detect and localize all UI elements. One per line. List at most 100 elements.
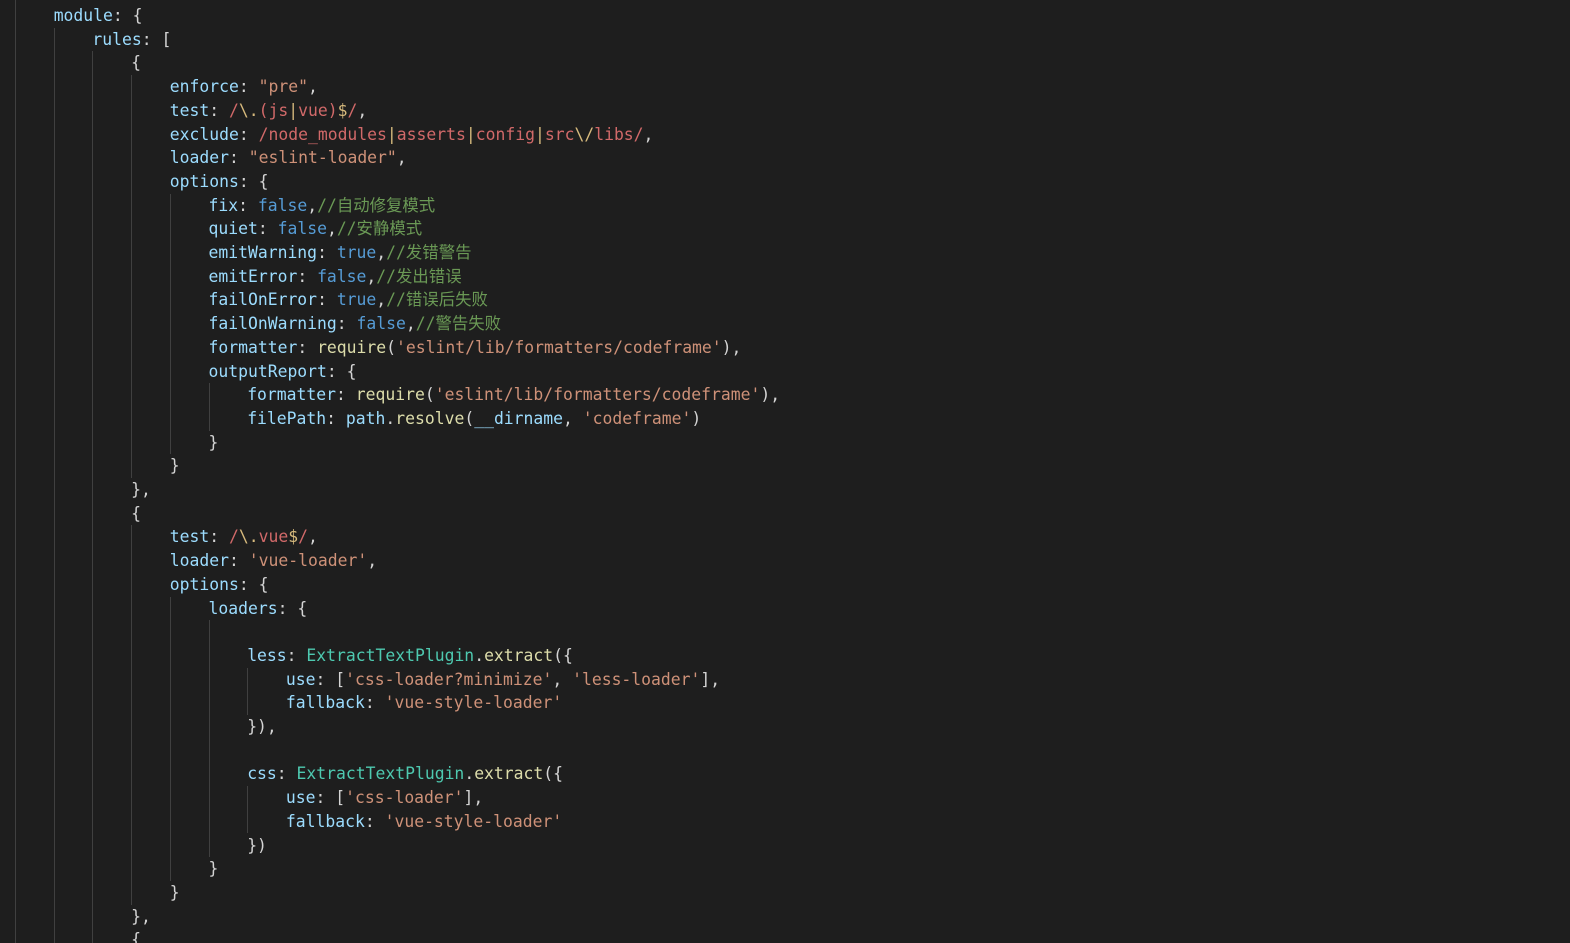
code-token: 'less-loader' xyxy=(572,669,701,689)
code-line[interactable]: } xyxy=(209,857,219,881)
code-line[interactable]: test: /\.(js|vue)$/, xyxy=(170,99,367,123)
code-token: : xyxy=(229,551,249,571)
code-token: ], xyxy=(700,669,721,689)
code-token: vue) xyxy=(298,100,338,120)
code-line[interactable]: rules: [ xyxy=(92,28,171,52)
code-line[interactable]: } xyxy=(170,881,180,905)
code-line[interactable]: module: { xyxy=(54,4,143,28)
code-token: ({ xyxy=(543,764,564,784)
code-line[interactable]: }), xyxy=(247,715,277,739)
code-token: exclude xyxy=(169,124,239,144)
code-line[interactable]: formatter: require('eslint/lib/formatter… xyxy=(247,383,780,407)
code-token: 'vue-style-loader' xyxy=(384,811,563,831)
code-token: } xyxy=(208,859,219,879)
code-token: 'codeframe' xyxy=(582,408,692,428)
code-token: : xyxy=(297,337,318,357)
code-token: , xyxy=(563,408,583,428)
indent-guide xyxy=(92,51,94,943)
code-line[interactable]: quiet: false,//安静模式 xyxy=(209,217,423,241)
code-token: src xyxy=(544,124,575,144)
code-token: 'css-loader' xyxy=(345,788,464,808)
code-line[interactable]: failOnError: true,//错误后失败 xyxy=(209,288,488,312)
code-token: __dirname xyxy=(474,408,564,428)
code-line[interactable]: fallback: 'vue-style-loader' xyxy=(286,691,562,715)
code-line[interactable]: exclude: /node_modules|asserts|config|sr… xyxy=(170,123,654,147)
code-token: : xyxy=(209,100,230,120)
code-line[interactable]: options: { xyxy=(170,573,269,597)
code-token: . xyxy=(385,408,396,428)
code-line[interactable]: test: /\.vue$/, xyxy=(170,525,318,549)
indent-guide xyxy=(208,383,210,431)
code-line[interactable]: use: ['css-loader?minimize', 'less-loade… xyxy=(286,668,720,692)
code-line[interactable]: }, xyxy=(131,905,151,929)
code-token: ExtractTextPlugin xyxy=(296,764,465,784)
code-token: resolve xyxy=(395,408,465,428)
code-line[interactable]: outputReport: { xyxy=(209,360,357,384)
code-line[interactable]: { xyxy=(131,51,141,75)
code-line[interactable]: loader: "eslint-loader", xyxy=(170,146,407,170)
code-token: ExtractTextPlugin xyxy=(306,645,475,665)
code-token: vue xyxy=(258,527,289,547)
code-token: } xyxy=(169,882,180,902)
code-token: , xyxy=(396,148,407,168)
code-token: : { xyxy=(277,598,308,618)
code-token: ( xyxy=(386,337,397,357)
code-line[interactable]: }, xyxy=(131,478,151,502)
code-line[interactable]: options: { xyxy=(170,170,269,194)
code-line[interactable]: css: ExtractTextPlugin.extract({ xyxy=(247,762,563,786)
code-token: : xyxy=(364,693,385,713)
code-token: formatter xyxy=(208,337,298,357)
code-token: 'vue-loader' xyxy=(248,551,368,571)
indent-guide xyxy=(131,75,133,478)
code-token: outputReport xyxy=(208,361,327,381)
code-line[interactable]: { xyxy=(131,502,141,526)
code-token: : xyxy=(317,290,337,310)
code-token: use xyxy=(285,788,316,808)
code-token: : xyxy=(336,314,357,334)
code-token: formatter xyxy=(247,385,336,405)
code-line[interactable]: }) xyxy=(247,834,267,858)
code-token: //发错警告 xyxy=(386,243,472,262)
code-token: , xyxy=(643,124,654,144)
indent-guide xyxy=(247,667,249,715)
code-token: (js xyxy=(258,100,289,120)
code-token: fallback xyxy=(285,811,365,831)
code-token: | xyxy=(534,124,545,144)
code-token: , xyxy=(367,551,378,571)
code-token: | xyxy=(465,124,476,144)
code-token: : { xyxy=(326,361,357,381)
code-token: : { xyxy=(238,171,269,191)
code-editor[interactable]: module: {rules: [{enforce: "pre", test: /… xyxy=(0,0,1570,943)
code-token: false xyxy=(317,266,367,286)
code-line[interactable]: emitWarning: true,//发错警告 xyxy=(209,241,472,265)
code-line[interactable]: formatter: require('eslint/lib/formatter… xyxy=(209,336,742,360)
code-line[interactable]: fix: false,//自动修复模式 xyxy=(209,194,436,218)
code-line[interactable]: less: ExtractTextPlugin.extract({ xyxy=(247,644,573,668)
code-line[interactable]: loader: 'vue-loader', xyxy=(170,549,377,573)
code-token: css xyxy=(247,764,277,784)
code-line[interactable]: enforce: "pre", xyxy=(170,75,318,99)
code-line[interactable]: loaders: { xyxy=(209,597,308,621)
code-token: config xyxy=(475,124,535,144)
code-token: require xyxy=(317,337,387,357)
code-line[interactable]: filePath: path.resolve(__dirname, 'codef… xyxy=(247,407,701,431)
code-token: : xyxy=(286,645,307,665)
code-token: enforce xyxy=(169,77,239,97)
code-line[interactable]: } xyxy=(209,431,219,455)
code-line[interactable]: fallback: 'vue-style-loader' xyxy=(286,810,562,834)
code-token: emitError xyxy=(208,266,298,286)
code-token: }) xyxy=(247,835,267,855)
code-token: use xyxy=(285,669,316,689)
code-line[interactable]: use: ['css-loader'], xyxy=(286,786,483,810)
code-token: }, xyxy=(131,906,151,926)
code-token: require xyxy=(355,385,425,405)
code-token: loader xyxy=(169,148,230,168)
code-line[interactable]: } xyxy=(170,454,180,478)
code-token: } xyxy=(169,456,180,476)
code-token: \/ xyxy=(574,124,595,144)
code-line[interactable]: failOnWarning: false,//警告失败 xyxy=(209,312,502,336)
code-line[interactable]: emitError: false,//发出错误 xyxy=(209,265,462,289)
code-token: : xyxy=(209,527,230,547)
code-token: : xyxy=(297,266,318,286)
code-line[interactable]: { xyxy=(131,928,141,943)
